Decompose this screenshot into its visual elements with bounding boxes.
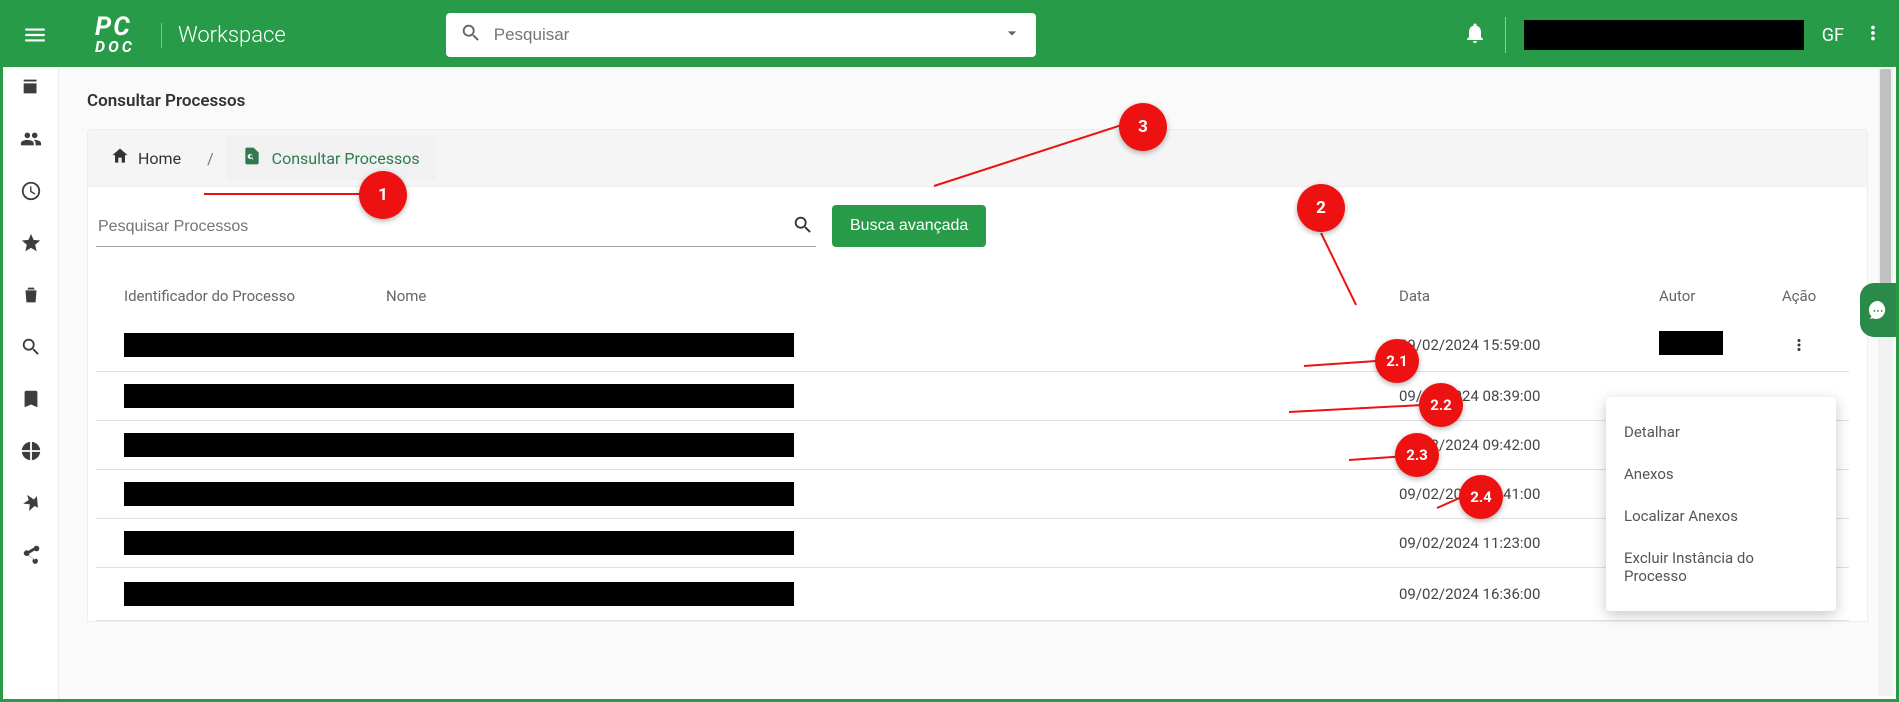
annotation-marker-3: 3: [1119, 103, 1167, 151]
table-row: 09/02/2024 16:36:00 Jonatas: [96, 568, 1849, 621]
global-search[interactable]: [446, 13, 1036, 57]
row-kebab-icon[interactable]: [1785, 331, 1813, 359]
vertical-scrollbar[interactable]: [1878, 67, 1893, 696]
annotation-marker-2: 2: [1297, 184, 1345, 232]
menu-excluir[interactable]: Excluir Instância do Processo: [1606, 537, 1836, 597]
annotation-marker-2-3: 2.3: [1395, 433, 1439, 477]
row-actions-menu: Detalhar Anexos Localizar Anexos Excluir…: [1606, 397, 1836, 611]
process-table: Identificador do Processo Nome Data Auto…: [96, 273, 1849, 621]
th-data: Data: [1399, 287, 1659, 305]
sidebar-item-favorites[interactable]: [19, 231, 43, 255]
content-card: Busca avançada Identificador do Processo…: [87, 187, 1868, 622]
th-nome: Nome: [386, 287, 1399, 305]
annotation-marker-2-4: 2.4: [1459, 475, 1503, 519]
breadcrumb-separator: /: [207, 149, 214, 168]
cell-id-redacted: [106, 333, 386, 357]
annotation-marker-1: 1: [359, 171, 407, 219]
cell-data: 09/02/2024 15:59:00: [1399, 336, 1659, 354]
global-search-input[interactable]: [494, 25, 1002, 45]
breadcrumb-current[interactable]: Consultar Processos: [226, 136, 436, 180]
sidebar-item-people[interactable]: [19, 127, 43, 151]
app-header: PCDOC Workspace GF: [3, 3, 1896, 67]
app-logo: PCDOC Workspace: [95, 16, 286, 54]
advanced-search-button[interactable]: Busca avançada: [832, 205, 986, 247]
hamburger-menu[interactable]: [15, 15, 55, 55]
header-right: GF: [1463, 17, 1884, 53]
page-title: Consultar Processos: [87, 91, 1868, 111]
user-initials[interactable]: GF: [1822, 25, 1844, 46]
breadcrumb-current-label: Consultar Processos: [272, 149, 420, 168]
table-header: Identificador do Processo Nome Data Auto…: [96, 273, 1849, 319]
table-row: 09/02/2024 11:23:00: [96, 519, 1849, 568]
cell-id-redacted: [106, 482, 386, 506]
annotation-marker-2-1: 2.1: [1375, 339, 1419, 383]
process-search-input[interactable]: [98, 218, 792, 236]
sidebar-item-share[interactable]: [19, 543, 43, 567]
menu-localizar-anexos[interactable]: Localizar Anexos: [1606, 495, 1836, 537]
cell-acao: [1759, 331, 1839, 359]
search-row: Busca avançada: [96, 205, 1849, 247]
th-id: Identificador do Processo: [106, 287, 386, 305]
home-icon: [110, 146, 130, 170]
sidebar-item-search[interactable]: [19, 335, 43, 359]
breadcrumb-home[interactable]: Home: [96, 136, 195, 180]
table-row: 09/02/2024 09:42:00: [96, 421, 1849, 470]
annotation-arrow: [204, 193, 364, 195]
sidebar: [3, 67, 59, 699]
sidebar-item-trash[interactable]: [19, 283, 43, 307]
header-kebab-icon[interactable]: [1862, 22, 1884, 48]
search-icon: [460, 22, 482, 48]
th-acao: Ação: [1759, 287, 1839, 305]
cell-id-redacted: [106, 384, 386, 408]
annotation-marker-2-2: 2.2: [1419, 383, 1463, 427]
cell-id-redacted: [106, 433, 386, 457]
notifications-icon[interactable]: [1463, 21, 1487, 49]
menu-detalhar[interactable]: Detalhar: [1606, 411, 1836, 453]
breadcrumb-home-label: Home: [138, 149, 181, 168]
breadcrumb: Home / Consultar Processos: [87, 129, 1868, 187]
search-doc-icon: [242, 146, 262, 170]
logo-text: PCDOC: [95, 16, 135, 54]
table-row: 09/02/2024 08:39:00: [96, 372, 1849, 421]
search-icon[interactable]: [792, 214, 814, 240]
sidebar-item-bookmark[interactable]: [19, 387, 43, 411]
sidebar-item-history[interactable]: [19, 179, 43, 203]
process-search-field[interactable]: [96, 210, 816, 247]
sidebar-item-reports[interactable]: [19, 439, 43, 463]
help-tab[interactable]: [1860, 283, 1896, 337]
user-name-redacted: [1524, 20, 1804, 50]
main-content: Consultar Processos Home / Consultar Pro…: [59, 67, 1896, 699]
cell-id-redacted: [106, 531, 386, 555]
sidebar-item-send[interactable]: [19, 491, 43, 515]
sidebar-item-docs[interactable]: [19, 75, 43, 99]
table-row: 09/02/2024 15:59:00: [96, 319, 1849, 372]
menu-anexos[interactable]: Anexos: [1606, 453, 1836, 495]
table-row: 09/02/2024 10:41:00: [96, 470, 1849, 519]
cell-id-redacted: [106, 582, 386, 606]
workspace-label: Workspace: [161, 23, 286, 48]
cell-autor: [1659, 331, 1759, 359]
search-dropdown-icon[interactable]: [1002, 23, 1022, 47]
th-autor: Autor: [1659, 287, 1759, 305]
divider: [1505, 17, 1506, 53]
